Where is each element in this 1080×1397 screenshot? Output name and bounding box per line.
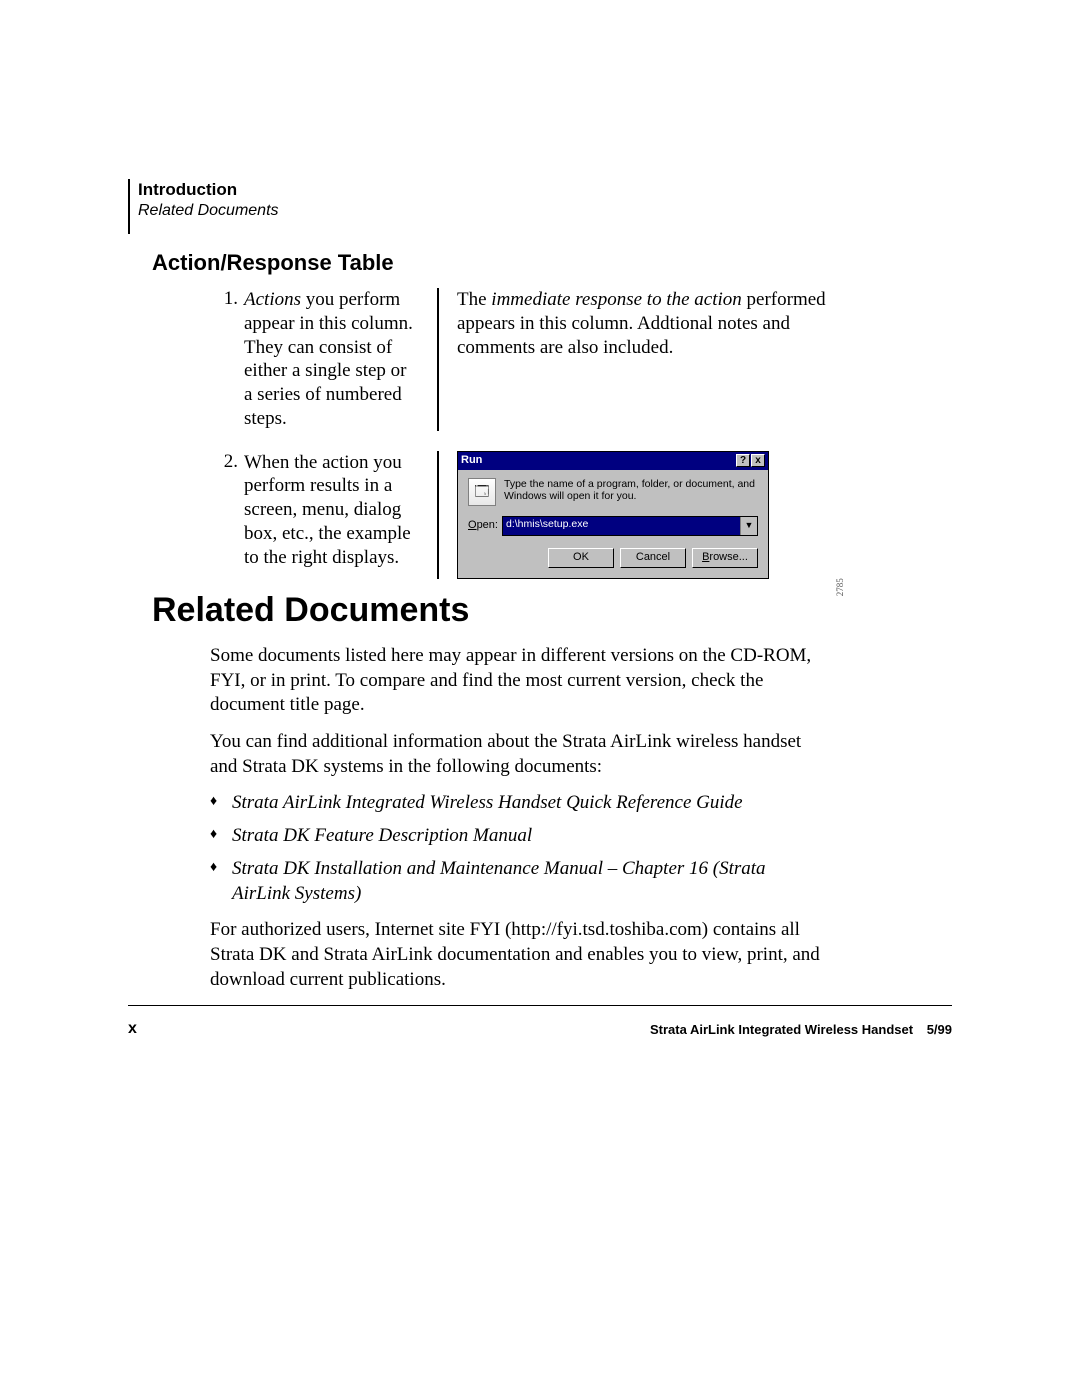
heading-related-documents: Related Documents: [152, 591, 469, 630]
cancel-button[interactable]: Cancel: [620, 548, 686, 568]
column-divider: [437, 451, 439, 579]
column-divider: [437, 288, 439, 431]
table-row: 1. Actions you perform appear in this co…: [210, 288, 830, 431]
open-label: Open:: [468, 519, 502, 533]
help-icon[interactable]: ?: [736, 454, 750, 467]
body-text: Some documents listed here may appear in…: [210, 644, 820, 1004]
action-text: When the action you perform results in a…: [244, 452, 411, 568]
open-combobox[interactable]: d:\hmis\setup.exe ▼: [502, 516, 758, 536]
document-page: Introduction Related Documents Action/Re…: [0, 0, 1080, 1397]
action-response-table: 1. Actions you perform appear in this co…: [210, 288, 830, 599]
run-message: Type the name of a program, folder, or d…: [504, 478, 758, 503]
action-cell: When the action you perform results in a…: [244, 451, 429, 570]
action-cell: Actions you perform appear in this colum…: [244, 288, 429, 431]
header-subsection: Related Documents: [138, 202, 279, 220]
running-header: Introduction Related Documents: [138, 180, 279, 220]
figure-number: 2785: [835, 579, 846, 597]
dropdown-icon[interactable]: ▼: [740, 517, 757, 535]
row-number: 1.: [210, 288, 244, 310]
footer-title: Strata AirLink Integrated Wireless Hands…: [650, 1022, 952, 1037]
run-dialog: Run ? x 🗔 Type the name of a program, fo…: [457, 451, 769, 579]
header-chapter: Introduction: [138, 180, 279, 200]
list-item: Strata DK Installation and Maintenance M…: [210, 857, 820, 906]
example-screenshot: Run ? x 🗔 Type the name of a program, fo…: [457, 451, 830, 579]
row-number: 2.: [210, 451, 244, 473]
run-app-icon: 🗔: [468, 478, 496, 506]
ok-button[interactable]: OK: [548, 548, 614, 568]
list-item: Strata AirLink Integrated Wireless Hands…: [210, 791, 820, 816]
response-cell: The immediate response to the action per…: [457, 288, 830, 359]
browse-button[interactable]: Browse...: [692, 548, 758, 568]
page-footer: x Strata AirLink Integrated Wireless Han…: [128, 1020, 952, 1038]
run-body: 🗔 Type the name of a program, folder, or…: [458, 470, 768, 578]
document-list: Strata AirLink Integrated Wireless Hands…: [210, 791, 820, 906]
header-rule: [128, 179, 130, 234]
paragraph: For authorized users, Internet site FYI …: [210, 918, 820, 992]
response-italic: immediate response to the action: [491, 289, 741, 310]
table-row: 2. When the action you perform results i…: [210, 451, 830, 579]
action-italic: Actions: [244, 289, 301, 310]
paragraph: You can find additional information abou…: [210, 730, 820, 779]
response-pre: The: [457, 289, 491, 310]
paragraph: Some documents listed here may appear in…: [210, 644, 820, 718]
close-icon[interactable]: x: [751, 454, 765, 467]
response-cell: Run ? x 🗔 Type the name of a program, fo…: [457, 451, 830, 579]
section-title: Action/Response Table: [152, 250, 394, 276]
page-number: x: [128, 1020, 137, 1038]
footer-rule: [128, 1005, 952, 1006]
footer-date: 5/99: [927, 1022, 952, 1037]
run-titlebar: Run ? x: [458, 452, 768, 470]
run-title-text: Run: [461, 454, 735, 468]
list-item: Strata DK Feature Description Manual: [210, 824, 820, 849]
open-value: d:\hmis\setup.exe: [503, 517, 740, 535]
